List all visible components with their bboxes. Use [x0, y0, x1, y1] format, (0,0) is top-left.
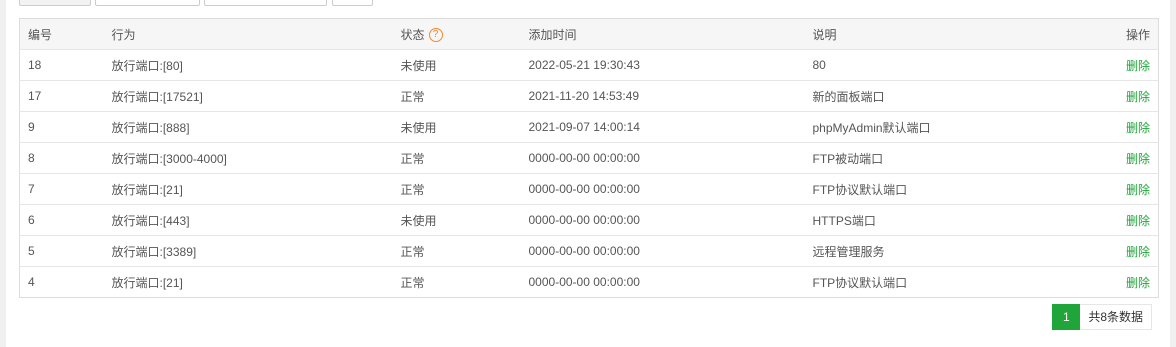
- cell-op: 删除: [1093, 267, 1159, 298]
- cell-time: 2021-09-07 14:00:14: [528, 111, 813, 143]
- header-id[interactable]: 编号: [19, 18, 112, 50]
- cell-time: 2021-11-20 14:53:49: [528, 80, 813, 112]
- cell-id: 18: [19, 49, 112, 81]
- delete-link[interactable]: 删除: [1126, 59, 1150, 73]
- cell-id: 9: [19, 111, 112, 143]
- cell-action: 放行端口:[80]: [111, 49, 401, 81]
- cell-action: 放行端口:[21]: [111, 173, 401, 205]
- firewall-rules-panel: 编号 行为 状态? 添加时间 说明 操作 18 放行端口:[80] 未使用 20…: [6, 0, 1170, 347]
- cell-note: 新的面板端口: [812, 80, 1093, 112]
- cell-status: 正常: [400, 275, 425, 290]
- cell-op: 删除: [1092, 235, 1159, 267]
- cell-time: 0000-00-00 00:00:00: [528, 275, 640, 289]
- delete-link[interactable]: 删除: [1126, 276, 1150, 290]
- table-row: 7 放行端口:[21] 正常 0000-00-00 00:00:00 FTP协议…: [19, 173, 1159, 205]
- cell-status: 正常: [400, 173, 529, 205]
- total-count-label: 共8条数据: [1080, 304, 1152, 330]
- cell-action: 放行端口:[3389]: [111, 235, 401, 267]
- cell-id: 4: [28, 275, 35, 289]
- help-icon[interactable]: ?: [428, 28, 443, 43]
- top-button-2[interactable]: [332, 0, 373, 6]
- cell-note: phpMyAdmin默认端口: [812, 111, 1093, 143]
- cell-op: 删除: [1092, 204, 1159, 236]
- table-row: 6 放行端口:[443] 未使用 0000-00-00 00:00:00 HTT…: [19, 204, 1159, 236]
- pagination: 1 共8条数据: [1052, 304, 1152, 330]
- cell-id: 6: [19, 204, 112, 236]
- table-row: 8 放行端口:[3000-4000] 正常 0000-00-00 00:00:0…: [19, 142, 1159, 174]
- cell-id: 8: [19, 142, 112, 174]
- table-header-row: 编号 行为 状态? 添加时间 说明 操作: [19, 18, 1159, 50]
- top-input-1[interactable]: [95, 0, 200, 6]
- cell-op: 删除: [1092, 111, 1159, 143]
- cell-status: 正常: [400, 235, 529, 267]
- cell-time: 2022-05-21 19:30:43: [528, 49, 813, 81]
- table-row: 9 放行端口:[888] 未使用 2021-09-07 14:00:14 php…: [19, 111, 1159, 143]
- cell-note: FTP协议默认端口: [812, 173, 1093, 205]
- delete-link[interactable]: 删除: [1126, 90, 1150, 104]
- header-note[interactable]: 说明: [812, 18, 1093, 50]
- cell-id: 7: [19, 173, 112, 205]
- cell-note: HTTPS端口: [812, 204, 1093, 236]
- cell-time: 0000-00-00 00:00:00: [528, 142, 813, 174]
- cell-op: 删除: [1092, 173, 1159, 205]
- cell-status: 未使用: [400, 111, 529, 143]
- cell-action: 放行端口:[888]: [111, 111, 401, 143]
- header-status-label: 状态: [400, 27, 425, 42]
- top-button-1[interactable]: [19, 0, 91, 6]
- delete-link[interactable]: 删除: [1126, 152, 1150, 166]
- header-time[interactable]: 添加时间: [528, 18, 813, 50]
- table-row: 17 放行端口:[17521] 正常 2021-11-20 14:53:49 新…: [19, 80, 1159, 112]
- cell-id: 17: [19, 80, 112, 112]
- table-row: 4 放行端口:[21] 正常 0000-00-00 00:00:00 FTP协议…: [20, 267, 1159, 298]
- delete-link[interactable]: 删除: [1126, 245, 1150, 259]
- header-action[interactable]: 行为: [111, 18, 401, 50]
- cell-note: FTP被动端口: [812, 142, 1093, 174]
- cell-id: 5: [19, 235, 112, 267]
- cell-status: 未使用: [400, 49, 529, 81]
- delete-link[interactable]: 删除: [1126, 121, 1150, 135]
- table-row: 5 放行端口:[3389] 正常 0000-00-00 00:00:00 远程管…: [19, 235, 1159, 267]
- cell-note: 远程管理服务: [812, 235, 1093, 267]
- delete-link[interactable]: 删除: [1126, 183, 1150, 197]
- cell-op: 删除: [1092, 49, 1159, 81]
- cell-op: 删除: [1092, 80, 1159, 112]
- cell-action: 放行端口:[21]: [111, 275, 183, 290]
- cell-action: 放行端口:[443]: [111, 204, 401, 236]
- cell-status: 未使用: [400, 204, 529, 236]
- table-row: 18 放行端口:[80] 未使用 2022-05-21 19:30:43 80 …: [19, 49, 1159, 81]
- top-input-2[interactable]: [204, 0, 327, 6]
- cell-op: 删除: [1092, 142, 1159, 174]
- cell-status: 正常: [400, 142, 529, 174]
- cell-action: 放行端口:[3000-4000]: [111, 142, 401, 174]
- page-button-current[interactable]: 1: [1052, 304, 1081, 330]
- cell-time: 0000-00-00 00:00:00: [528, 204, 813, 236]
- header-op: 操作: [1092, 18, 1159, 50]
- cell-time: 0000-00-00 00:00:00: [528, 235, 813, 267]
- cell-action: 放行端口:[17521]: [111, 80, 401, 112]
- rules-table: 编号 行为 状态? 添加时间 说明 操作 18 放行端口:[80] 未使用 20…: [19, 18, 1159, 298]
- delete-link[interactable]: 删除: [1126, 214, 1150, 228]
- header-status[interactable]: 状态?: [400, 18, 529, 50]
- cell-note: FTP协议默认端口: [812, 275, 908, 290]
- cell-status: 正常: [400, 80, 529, 112]
- cell-time: 0000-00-00 00:00:00: [528, 173, 813, 205]
- cell-note: 80: [812, 49, 1093, 81]
